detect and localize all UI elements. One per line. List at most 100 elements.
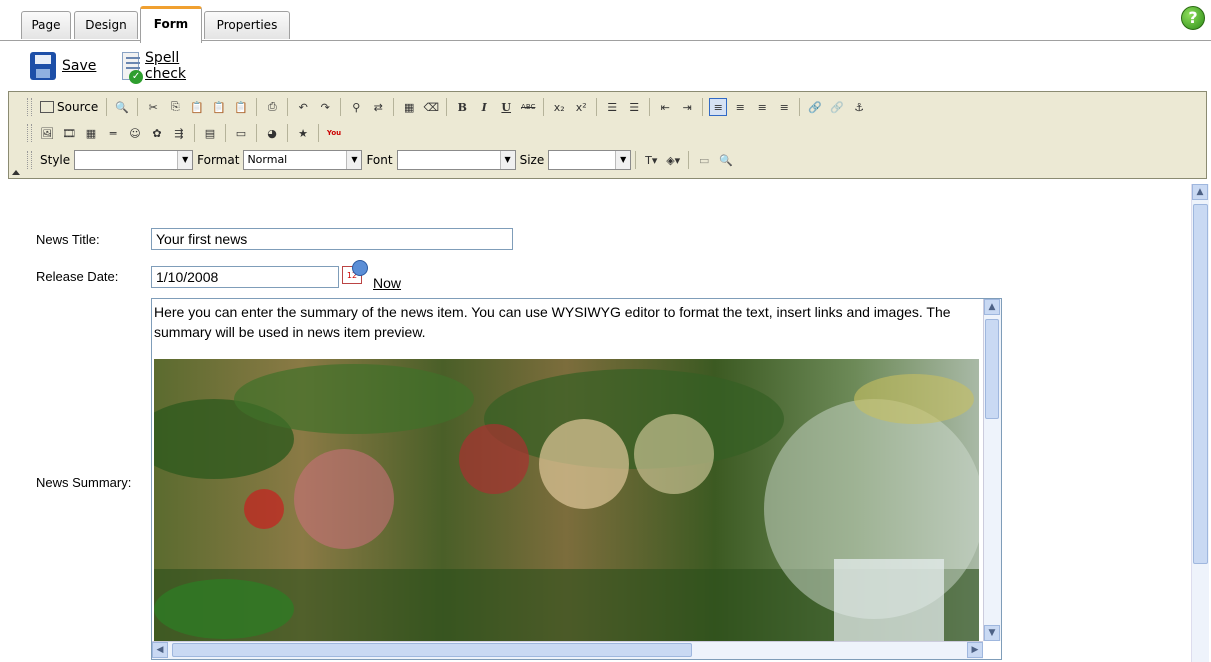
garden-image[interactable] [154, 359, 979, 641]
release-date-input[interactable]: 1/10/2008 [151, 266, 339, 288]
toolbar-separator [596, 98, 598, 116]
calendar-icon[interactable]: 12 [342, 260, 368, 284]
align-justify-icon[interactable]: ≡ [775, 98, 793, 116]
editor-horizontal-thumb[interactable] [172, 643, 692, 657]
remove-format-icon[interactable]: ⌫ [422, 98, 440, 116]
tab-design[interactable]: Design [74, 11, 138, 39]
chevron-down-icon: ▼ [177, 151, 193, 169]
superscript-icon[interactable]: x² [572, 98, 590, 116]
font-label: Font [366, 153, 393, 167]
editor-horizontal-scrollbar[interactable]: ◀ ▶ [152, 641, 983, 659]
tab-page[interactable]: Page [21, 11, 71, 39]
source-button[interactable]: Source [36, 100, 102, 114]
style-select[interactable]: ▼ [74, 150, 194, 170]
anchor-icon[interactable]: ⚓ [850, 98, 868, 116]
format-value: Normal [247, 153, 288, 166]
spell-check-icon [122, 52, 144, 84]
align-right-icon[interactable]: ≡ [753, 98, 771, 116]
toolbar-separator [287, 124, 288, 142]
news-summary-editor[interactable]: Here you can enter the summary of the ne… [151, 298, 1002, 660]
form-icon[interactable]: ▭ [232, 124, 250, 142]
toolbar-separator [225, 124, 226, 142]
editor-vertical-scrollbar[interactable]: ▲ ▼ [983, 299, 1001, 641]
smiley-icon[interactable]: ☺ [126, 124, 144, 142]
outdent-icon[interactable]: ⇤ [656, 98, 674, 116]
garden-illustration [154, 364, 979, 641]
maximize-icon[interactable]: ▭ [695, 151, 713, 169]
help-icon[interactable]: ? [1181, 6, 1205, 30]
save-button[interactable]: Save [30, 50, 96, 82]
spell-check-button[interactable]: Spell check [122, 50, 195, 84]
bold-button[interactable]: B [453, 98, 471, 116]
background-color-icon[interactable]: ◈▾ [664, 151, 682, 169]
toolbar-separator [318, 124, 319, 142]
paste-icon[interactable]: 📋 [188, 98, 206, 116]
star-icon[interactable]: ★ [294, 124, 312, 142]
format-label: Format [197, 153, 240, 167]
page-break-icon[interactable]: ⇶ [170, 124, 188, 142]
editor-toolbar: Source 🔍 ✂ ⎘ 📋 📋 📋 ⎙ ↶ ↷ ⚲ ⇄ ▦ ⌫ B I U A… [8, 91, 1207, 179]
text-color-icon[interactable]: T▾ [642, 151, 660, 169]
find-icon[interactable]: ⚲ [347, 98, 365, 116]
collapse-toolbar-icon[interactable] [12, 170, 20, 175]
print-icon[interactable]: ⎙ [263, 98, 281, 116]
scroll-right-icon[interactable]: ▶ [967, 642, 983, 658]
horizontal-rule-icon[interactable]: ═ [104, 124, 122, 142]
source-label: Source [57, 100, 99, 114]
size-select[interactable]: ▼ [548, 150, 632, 170]
toolbar-separator [446, 98, 448, 116]
widget-icon[interactable]: ◕ [263, 124, 281, 142]
toolbar-separator [194, 124, 195, 142]
copy-icon[interactable]: ⎘ [166, 98, 184, 116]
select-all-icon[interactable]: ▦ [400, 98, 418, 116]
unlink-icon[interactable]: 🔗 [828, 98, 846, 116]
link-icon[interactable]: 🔗 [806, 98, 824, 116]
scroll-left-icon[interactable]: ◀ [152, 642, 168, 658]
tab-form[interactable]: Form [140, 6, 202, 43]
indent-icon[interactable]: ⇥ [678, 98, 696, 116]
page-vertical-scrollbar[interactable]: ▲ [1191, 184, 1209, 662]
tab-bar: Page Design Form Properties ? [0, 0, 1211, 43]
insert-table-icon[interactable]: ▦ [82, 124, 100, 142]
editor-vertical-thumb[interactable] [985, 319, 999, 419]
paste-text-icon[interactable]: 📋 [210, 98, 228, 116]
numbered-list-icon[interactable]: ☰ [603, 98, 621, 116]
save-label: Save [62, 58, 97, 74]
insert-media-icon[interactable]: 🎞 [60, 124, 78, 142]
align-center-icon[interactable]: ≡ [731, 98, 749, 116]
align-left-icon[interactable]: ≡ [709, 98, 728, 116]
now-link[interactable]: Now [373, 275, 401, 291]
chevron-down-icon: ▼ [346, 151, 362, 169]
toolbar-separator [137, 98, 139, 116]
bulleted-list-icon[interactable]: ☰ [625, 98, 643, 116]
template-icon[interactable]: ▤ [201, 124, 219, 142]
news-title-input[interactable]: Your first news [151, 228, 513, 250]
font-select[interactable]: ▼ [396, 150, 516, 170]
special-char-icon[interactable]: ✿ [148, 124, 166, 142]
subscript-icon[interactable]: x₂ [550, 98, 568, 116]
scroll-down-icon[interactable]: ▼ [984, 625, 1000, 641]
summary-text[interactable]: Here you can enter the summary of the ne… [154, 302, 974, 342]
page-scroll-thumb[interactable] [1193, 204, 1208, 564]
redo-icon[interactable]: ↷ [316, 98, 334, 116]
clock-icon [352, 260, 368, 276]
tab-properties[interactable]: Properties [204, 11, 290, 39]
show-blocks-icon[interactable]: 🔍 [717, 151, 735, 169]
insert-image-icon[interactable]: 🖼 [38, 124, 56, 142]
strikethrough-button[interactable]: ABC [519, 98, 537, 116]
toolbar-row-1: Source 🔍 ✂ ⎘ 📋 📋 📋 ⎙ ↶ ↷ ⚲ ⇄ ▦ ⌫ B I U A… [27, 96, 870, 118]
scroll-up-icon[interactable]: ▲ [984, 299, 1000, 315]
format-select[interactable]: Normal ▼ [243, 150, 363, 170]
replace-icon[interactable]: ⇄ [369, 98, 387, 116]
font-value [398, 151, 500, 169]
preview-icon[interactable]: 🔍 [113, 98, 131, 116]
youtube-icon[interactable]: You [325, 124, 343, 142]
underline-button[interactable]: U [497, 98, 515, 116]
cut-icon[interactable]: ✂ [144, 98, 162, 116]
undo-icon[interactable]: ↶ [294, 98, 312, 116]
italic-button[interactable]: I [475, 98, 493, 116]
paste-word-icon[interactable]: 📋 [232, 98, 250, 116]
page-scroll-up-icon[interactable]: ▲ [1192, 184, 1208, 200]
toolbar-separator [649, 98, 651, 116]
toolbar-grip [27, 151, 32, 169]
